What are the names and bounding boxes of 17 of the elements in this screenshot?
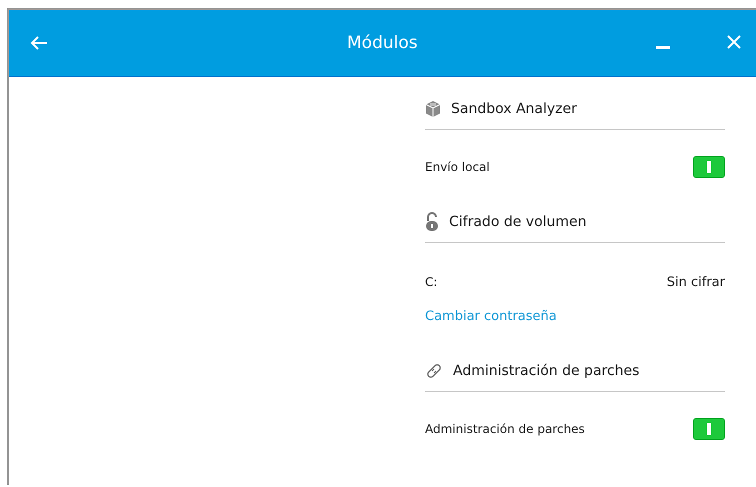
drive-label: C: xyxy=(425,275,438,289)
bandage-icon xyxy=(425,362,443,380)
toggle-switch[interactable] xyxy=(693,156,725,178)
setting-label: Administración de parches xyxy=(425,422,585,436)
minimize-icon[interactable] xyxy=(656,46,670,50)
back-icon[interactable] xyxy=(30,35,48,51)
padlock-icon xyxy=(425,212,439,232)
toggle-switch[interactable] xyxy=(693,418,725,440)
section-title: Administración de parches xyxy=(453,363,640,379)
setting-label: Envío local xyxy=(425,160,490,174)
status-text: Sin cifrar xyxy=(666,274,725,290)
cube-icon xyxy=(425,100,441,118)
close-icon[interactable] xyxy=(727,35,741,49)
section-title: Sandbox Analyzer xyxy=(451,101,577,117)
change-password-link[interactable]: Cambiar contraseña xyxy=(425,308,557,324)
window-title: Módulos xyxy=(347,33,418,53)
section-title: Cifrado de volumen xyxy=(449,214,587,230)
